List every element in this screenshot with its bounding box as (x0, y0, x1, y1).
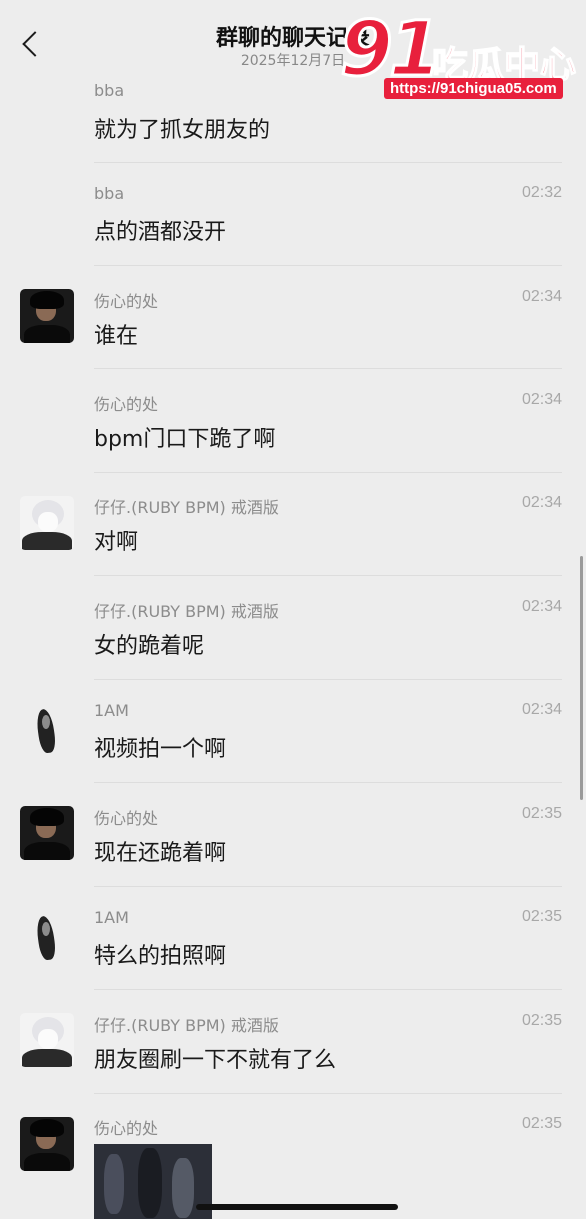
timestamp: 02:34 (521, 701, 562, 718)
message-text: 谁在 (94, 324, 139, 349)
divider (94, 886, 562, 887)
divider (94, 1093, 562, 1094)
message-text: 特么的拍照啊 (94, 944, 227, 969)
timestamp: 02:34 (521, 288, 562, 305)
sender-name: 伤心的处 (94, 809, 159, 828)
watermark-url: https://91chigua05.com (384, 78, 563, 99)
scrollbar[interactable] (580, 556, 583, 800)
sender-name: 伤心的处 (94, 1119, 159, 1138)
home-indicator[interactable] (196, 1204, 398, 1210)
timestamp: 02:35 (521, 1115, 562, 1132)
divider (94, 265, 562, 266)
sender-name: 伤心的处 (94, 395, 159, 414)
message-text: 就为了抓女朋友的 (94, 118, 271, 143)
sender-name: 仔仔.(RUBY BPM) 戒酒版 (94, 1016, 279, 1035)
timestamp: 02:35 (521, 805, 562, 822)
avatar[interactable] (20, 910, 74, 964)
photo-attachment[interactable] (94, 1144, 212, 1219)
timestamp: 02:34 (521, 391, 562, 408)
avatar[interactable] (20, 496, 74, 550)
message-text: 现在还跪着啊 (94, 841, 227, 866)
divider (94, 989, 562, 990)
divider (94, 368, 562, 369)
watermark-logo: 91 吃瓜中心 https://91chigua05.com (339, 3, 580, 108)
sender-name: 伤心的处 (94, 292, 159, 311)
divider (94, 575, 562, 576)
divider (94, 472, 562, 473)
avatar[interactable] (20, 806, 74, 860)
sender-name: bba (94, 81, 125, 100)
timestamp: 02:35 (521, 1012, 562, 1029)
divider (94, 782, 562, 783)
message-text: 点的酒都没开 (94, 220, 227, 245)
message-text: 朋友圈刷一下不就有了么 (94, 1048, 337, 1073)
message-text: 对啊 (94, 530, 139, 555)
message-text: 女的跪着呢 (94, 634, 205, 659)
back-button[interactable] (18, 28, 48, 62)
timestamp: 02:34 (521, 494, 562, 511)
divider (94, 679, 562, 680)
sender-name: 仔仔.(RUBY BPM) 戒酒版 (94, 498, 279, 517)
message-text: 视频拍一个啊 (94, 737, 227, 762)
timestamp: 02:35 (521, 908, 562, 925)
avatar[interactable] (20, 1117, 74, 1171)
timestamp: 02:34 (521, 598, 562, 615)
divider (94, 162, 562, 163)
sender-name: 1AM (94, 701, 129, 720)
sender-name: 1AM (94, 908, 129, 927)
timestamp: 02:32 (521, 184, 562, 201)
sender-name: bba (94, 184, 125, 203)
avatar[interactable] (20, 1013, 74, 1067)
sender-name: 仔仔.(RUBY BPM) 戒酒版 (94, 602, 279, 621)
avatar[interactable] (20, 703, 74, 757)
message-text: bpm门口下跪了啊 (94, 427, 276, 452)
avatar[interactable] (20, 289, 74, 343)
